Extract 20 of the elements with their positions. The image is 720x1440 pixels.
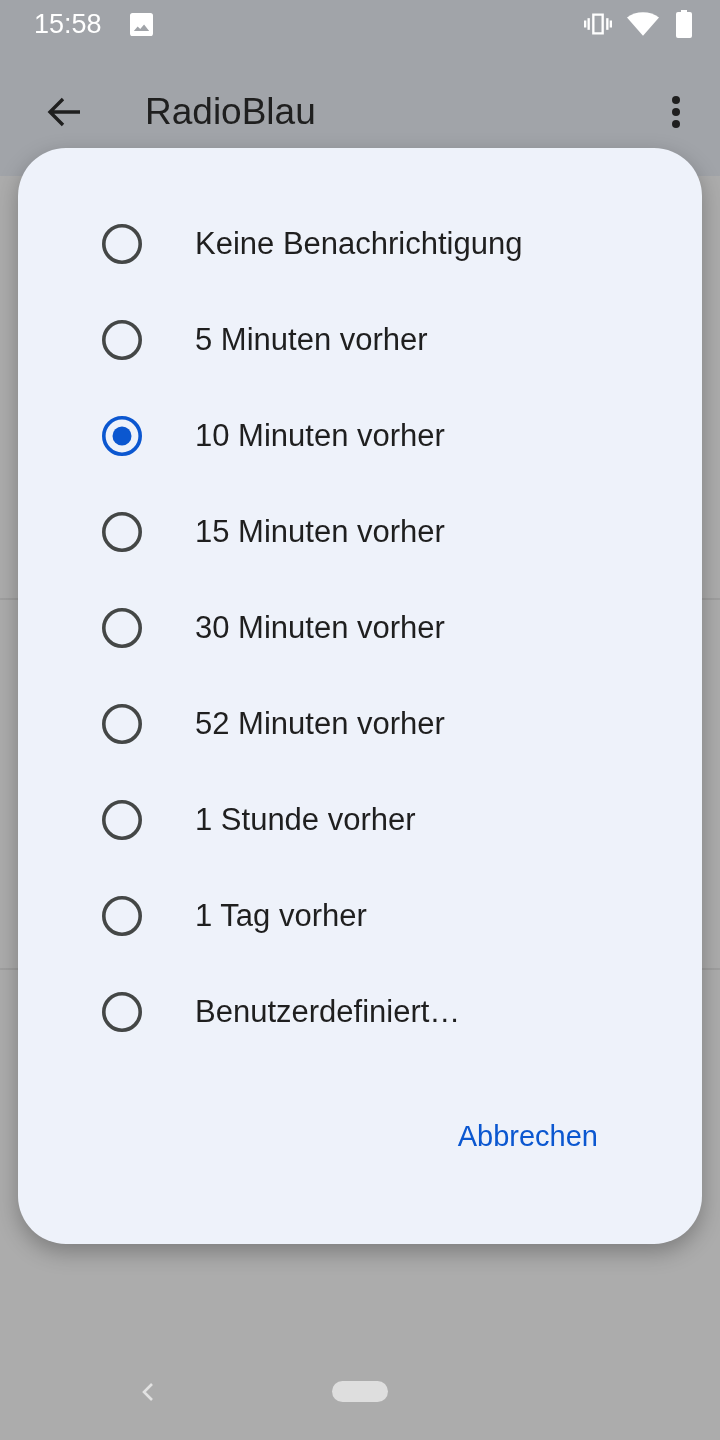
radio-option[interactable]: 30 Minuten vorher [18,580,702,676]
radio-option[interactable]: 1 Tag vorher [18,868,702,964]
radio-option[interactable]: 15 Minuten vorher [18,484,702,580]
cancel-button[interactable]: Abbrechen [445,1112,610,1160]
vibrate-icon [584,12,612,36]
radio-option[interactable]: 10 Minuten vorher [18,388,702,484]
battery-icon [676,10,692,38]
chevron-left-icon [142,1382,154,1402]
radio-option[interactable]: 1 Stunde vorher [18,772,702,868]
back-arrow-icon [47,97,81,127]
status-time: 15:58 [34,8,102,40]
radio-option[interactable]: Keine Benachrichtigung [18,196,702,292]
more-vert-icon [672,96,680,128]
app-title: RadioBlau [145,91,316,133]
wifi-icon [627,12,659,36]
home-handle[interactable] [332,1381,388,1402]
radio-option[interactable]: Benutzerdefiniert… [18,964,702,1060]
image-icon [129,12,153,36]
radio-option[interactable]: 52 Minuten vorher [18,676,702,772]
radio-option[interactable]: 5 Minuten vorher [18,292,702,388]
